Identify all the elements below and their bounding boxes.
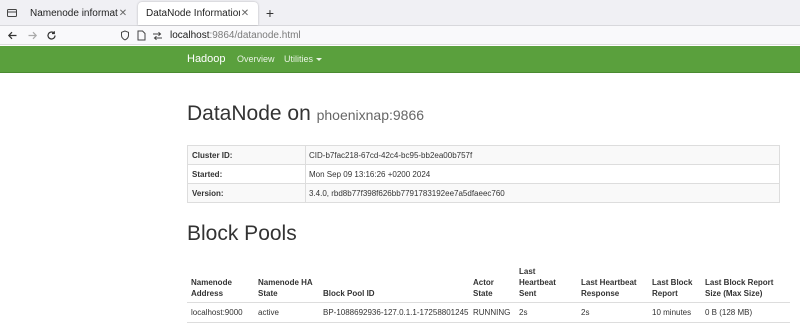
info-value: Mon Sep 09 13:16:26 +0200 2024 [305, 164, 780, 184]
datanode-info-table: Cluster ID: CID-b7fac218-67cd-42c4-bc95-… [187, 145, 780, 203]
column-header: Last Heartbeat Sent [515, 266, 577, 303]
nav-utilities-dropdown[interactable]: Utilities [284, 54, 323, 64]
column-header: Namenode HA State [254, 266, 319, 303]
table-cell: active [254, 302, 319, 323]
table-row: Version: 3.4.0, rbd8b77f398f626bb7791783… [187, 183, 780, 203]
close-icon[interactable]: ✕ [240, 8, 250, 19]
column-header: Last Block Report Size (Max Size) [701, 266, 790, 303]
info-label: Cluster ID: [187, 145, 306, 165]
info-value: CID-b7fac218-67cd-42c4-bc95-bb2ea00b757f [305, 145, 780, 165]
table-cell: 2s [577, 302, 648, 323]
info-value: 3.4.0, rbd8b77f398f626bb7791783192ee7a5d… [305, 183, 780, 203]
table-cell: 2s [515, 302, 577, 323]
table-cell: BP-1088692936-127.0.1.1-1725880124575 [319, 302, 469, 323]
column-header: Last Block Report [648, 266, 701, 303]
table-row: Started: Mon Sep 09 13:16:26 +0200 2024 [187, 164, 780, 184]
column-header: Actor State [469, 266, 515, 303]
page-title-host: phoenixnap:9866 [316, 107, 425, 123]
permissions-icon[interactable] [150, 29, 164, 43]
url-path: :9864/datanode.html [209, 30, 301, 41]
table-row: Cluster ID: CID-b7fac218-67cd-42c4-bc95-… [187, 145, 780, 165]
table-cell: RUNNING [469, 302, 515, 323]
info-label: Started: [187, 164, 306, 184]
close-icon[interactable]: ✕ [118, 8, 128, 19]
back-arrow-icon[interactable] [5, 28, 20, 43]
table-row: localhost:9000 active BP-1088692936-127.… [187, 302, 790, 323]
browser-nav-bar: localhost:9864/datanode.html [0, 26, 800, 45]
table-cell: localhost:9000 [187, 302, 254, 323]
nav-utilities-label: Utilities [284, 54, 314, 64]
tab-title: Namenode information [30, 8, 118, 19]
column-header: Last Heartbeat Response [577, 266, 648, 303]
table-cell: 0 B (128 MB) [701, 302, 790, 323]
tab-datanode-information[interactable]: DataNode Information ✕ [138, 2, 258, 25]
table-cell: 10 minutes [648, 302, 701, 323]
caret-down-icon [316, 58, 323, 62]
reload-icon[interactable] [44, 28, 59, 43]
shield-icon[interactable] [118, 29, 132, 43]
nav-overview-link[interactable]: Overview [237, 54, 275, 64]
tab-list-icon[interactable] [4, 5, 20, 21]
page-title-text: DataNode on [187, 102, 311, 125]
url-host: localhost [170, 30, 210, 41]
block-pools-heading: Block Pools [187, 222, 297, 245]
url-bar[interactable]: localhost:9864/datanode.html [118, 27, 800, 44]
table-header-row: Namenode Address Namenode HA State Block… [187, 266, 790, 303]
forward-arrow-icon[interactable] [25, 28, 40, 43]
new-tab-plus-icon[interactable]: + [262, 5, 278, 21]
column-header: Block Pool ID [319, 266, 469, 303]
hadoop-navbar: Hadoop Overview Utilities [0, 46, 800, 73]
page-title: DataNode on phoenixnap:9866 [187, 102, 424, 126]
tab-namenode-information[interactable]: Namenode information ✕ [22, 2, 136, 25]
tab-title: DataNode Information [146, 8, 240, 19]
brand-link[interactable]: Hadoop [187, 53, 226, 65]
info-label: Version: [187, 183, 306, 203]
page-icon[interactable] [134, 29, 148, 43]
browser-tab-strip: Namenode information ✕ DataNode Informat… [0, 0, 800, 26]
column-header: Namenode Address [187, 266, 254, 303]
block-pools-table: Namenode Address Namenode HA State Block… [187, 266, 790, 323]
